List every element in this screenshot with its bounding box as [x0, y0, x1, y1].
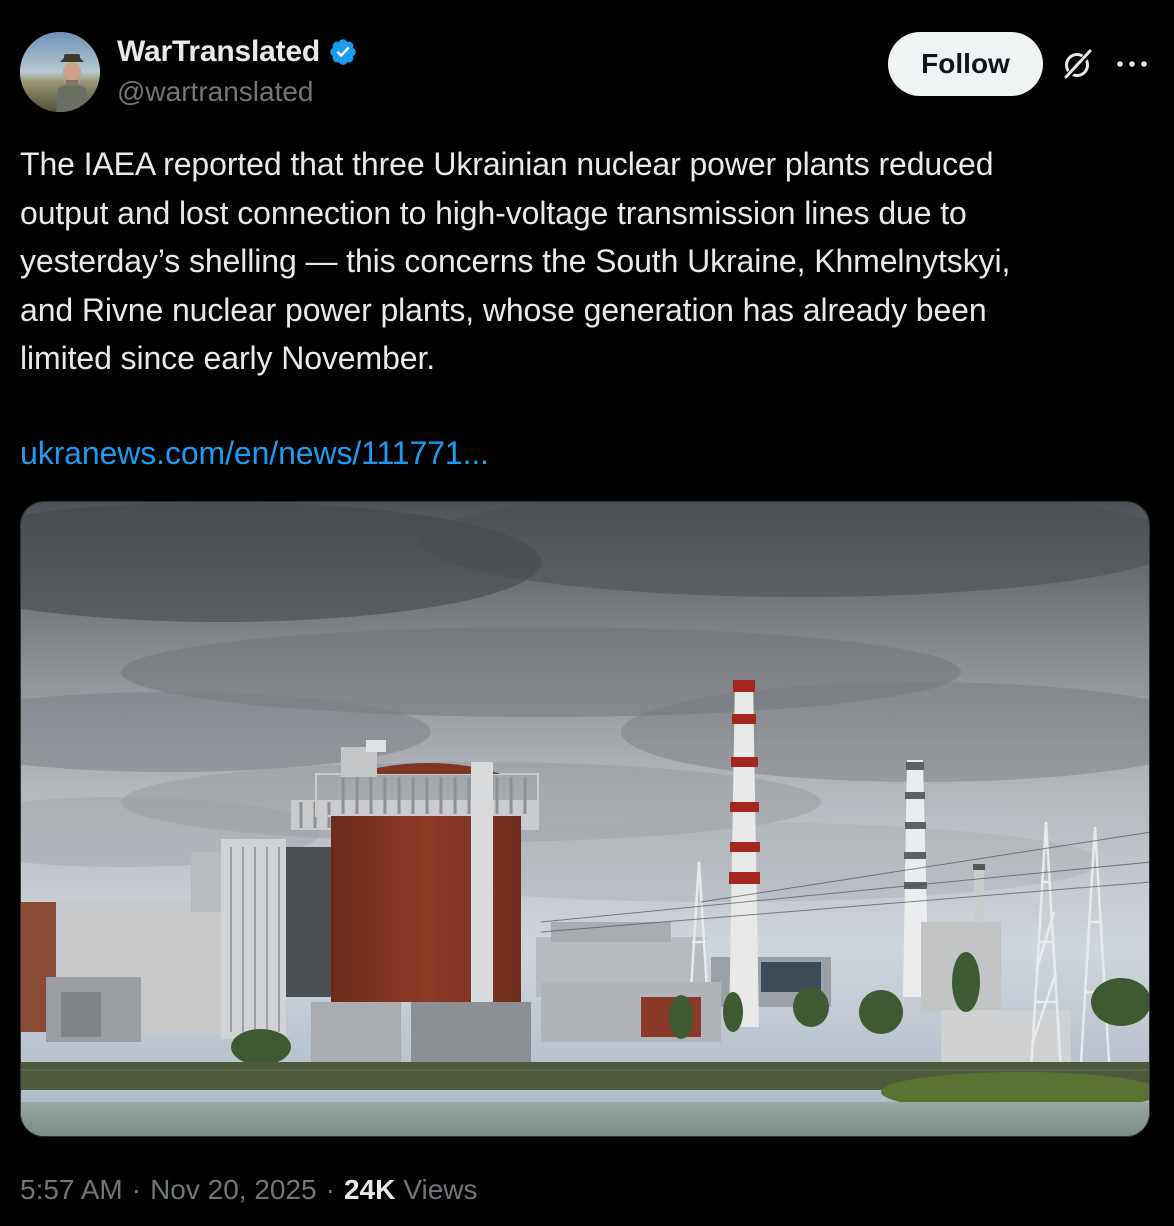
handle[interactable]: @wartranslated — [117, 74, 314, 110]
name-row: WarTranslated — [117, 34, 358, 70]
views-count[interactable]: 24K — [344, 1172, 395, 1208]
avatar-photo — [20, 32, 100, 112]
tweet-text: The IAEA reported that three Ukrainian n… — [20, 146, 1011, 376]
verified-badge-icon[interactable] — [328, 37, 358, 67]
tweet-media[interactable] — [20, 501, 1150, 1137]
tweet-meta: 5:57 AM · Nov 20, 2025 · 24K Views — [20, 1172, 478, 1208]
follow-button[interactable]: Follow — [888, 32, 1043, 96]
more-horizontal-icon[interactable] — [1114, 58, 1150, 70]
display-name[interactable]: WarTranslated — [117, 34, 320, 70]
nuclear-power-plant-photo — [21, 502, 1149, 1136]
grok-icon[interactable] — [1060, 46, 1096, 82]
timestamp-date[interactable]: Nov 20, 2025 — [150, 1172, 317, 1208]
tweet-card: WarTranslated @wartranslated Follow The … — [0, 0, 1174, 1226]
separator: · — [131, 1174, 142, 1205]
avatar[interactable] — [20, 32, 100, 112]
separator: · — [325, 1174, 335, 1205]
article-link[interactable]: ukranews.com/en/news/111771... — [20, 429, 489, 477]
views-label: Views — [403, 1174, 478, 1205]
timestamp-time[interactable]: 5:57 AM — [20, 1172, 123, 1208]
